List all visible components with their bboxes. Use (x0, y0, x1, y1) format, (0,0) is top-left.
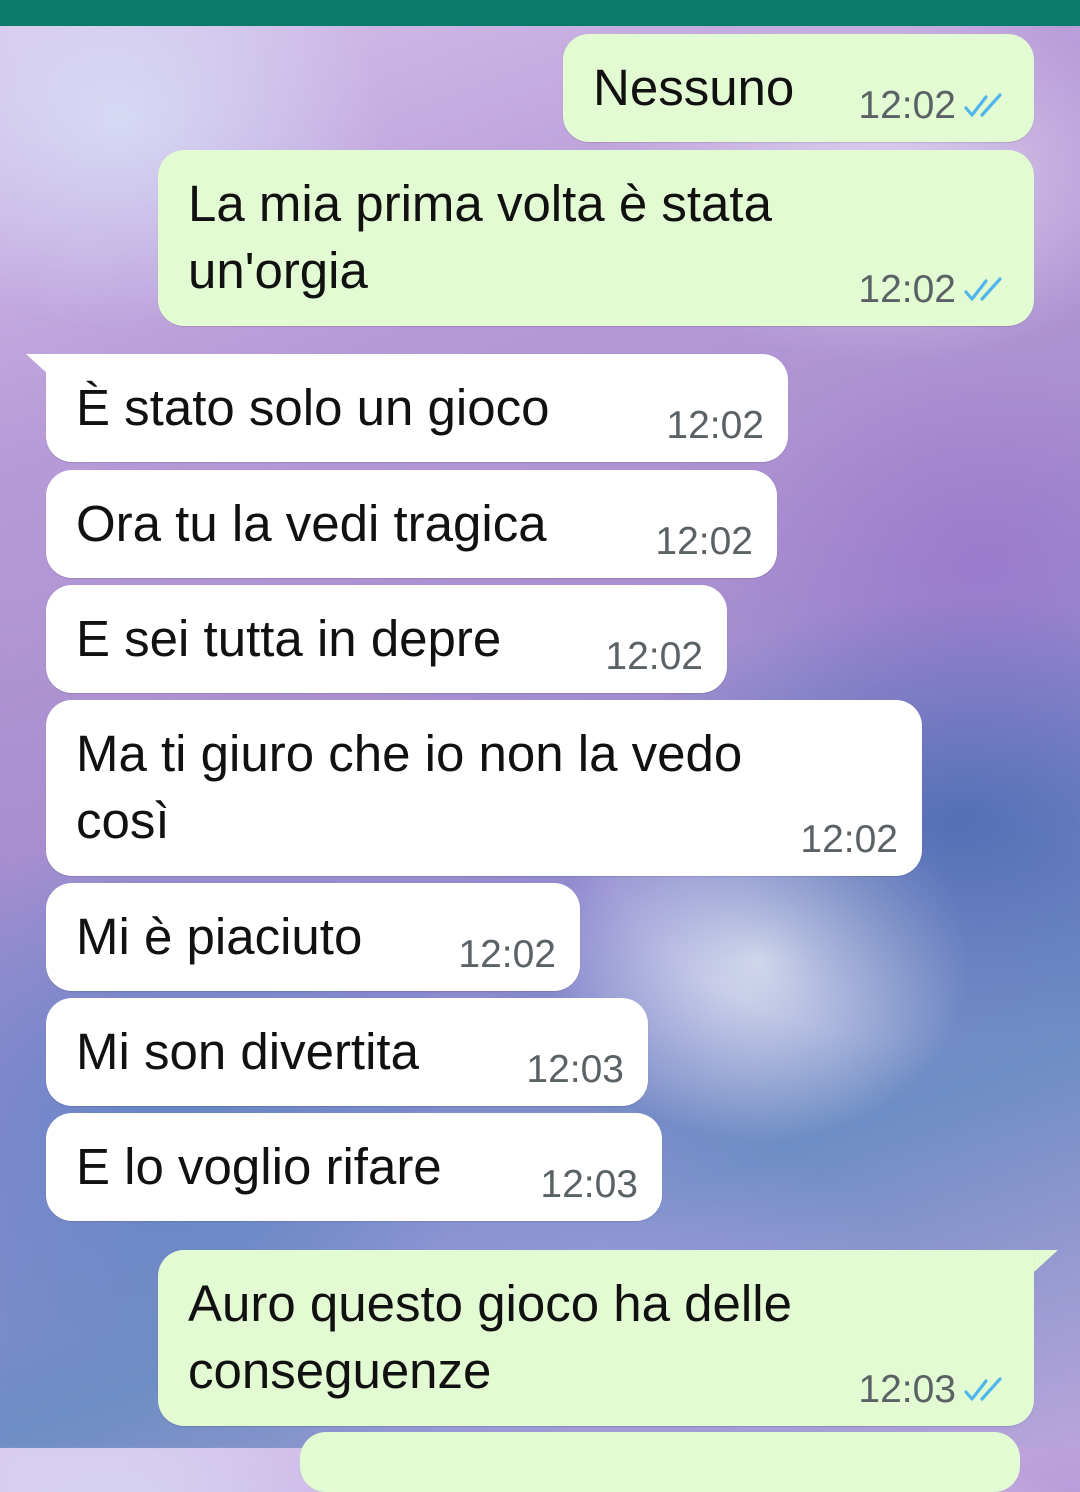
message-text: Nessuno (593, 59, 795, 116)
message-text: È stato solo un gioco (76, 379, 550, 436)
message-meta: 12:03 (526, 1048, 624, 1092)
incoming-message[interactable]: Ma ti giuro che io non la vedo così 12:0… (46, 700, 922, 876)
message-time: 12:03 (540, 1163, 638, 1206)
message-text: Mi è piaciuto (76, 908, 363, 965)
message-meta: 12:02 (458, 933, 556, 977)
message-text: Ora tu la vedi tragica (76, 495, 547, 552)
message-text: E lo voglio rifare (76, 1138, 442, 1195)
double-check-icon (964, 93, 1002, 117)
chat-header-bar (0, 0, 1080, 26)
message-time: 12:02 (655, 520, 753, 563)
message-meta: 12:03 (540, 1163, 638, 1207)
message-text: La mia prima volta è stata un'orgia (188, 175, 772, 299)
incoming-message[interactable]: Mi son divertita 12:03 (46, 998, 648, 1106)
incoming-message[interactable]: E lo voglio rifare 12:03 (46, 1113, 662, 1221)
outgoing-message[interactable]: Nessuno 12:02 (563, 34, 1034, 142)
double-check-icon (964, 1377, 1002, 1401)
outgoing-message-partial[interactable] (300, 1432, 1020, 1492)
message-time: 12:02 (800, 818, 898, 861)
message-text: E sei tutta in depre (76, 610, 502, 667)
message-time: 12:03 (526, 1048, 624, 1091)
message-time: 12:02 (666, 404, 764, 447)
message-meta: 12:02 (666, 404, 764, 448)
message-time: 12:02 (458, 933, 556, 976)
message-time: 12:03 (858, 1368, 956, 1411)
outgoing-message[interactable]: Auro questo gioco ha delle conseguenze 1… (158, 1250, 1034, 1426)
message-text: Mi son divertita (76, 1023, 419, 1080)
message-meta: 12:03 (858, 1368, 1010, 1412)
message-text: Auro questo gioco ha delle conseguenze (188, 1275, 792, 1399)
message-time: 12:02 (858, 268, 956, 311)
incoming-message[interactable]: E sei tutta in depre 12:02 (46, 585, 727, 693)
double-check-icon (964, 277, 1002, 301)
message-time: 12:02 (858, 84, 956, 127)
bubble-tail (1034, 1250, 1058, 1272)
message-meta: 12:02 (800, 818, 898, 862)
outgoing-message[interactable]: La mia prima volta è stata un'orgia 12:0… (158, 150, 1034, 326)
message-meta: 12:02 (858, 268, 1010, 312)
incoming-message[interactable]: È stato solo un gioco 12:02 (46, 354, 788, 462)
message-text: Ma ti giuro che io non la vedo così (76, 725, 743, 849)
incoming-message[interactable]: Mi è piaciuto 12:02 (46, 883, 580, 991)
message-meta: 12:02 (655, 520, 753, 564)
message-meta: 12:02 (605, 635, 703, 679)
message-meta: 12:02 (858, 84, 1010, 128)
message-time: 12:02 (605, 635, 703, 678)
incoming-message[interactable]: Ora tu la vedi tragica 12:02 (46, 470, 777, 578)
